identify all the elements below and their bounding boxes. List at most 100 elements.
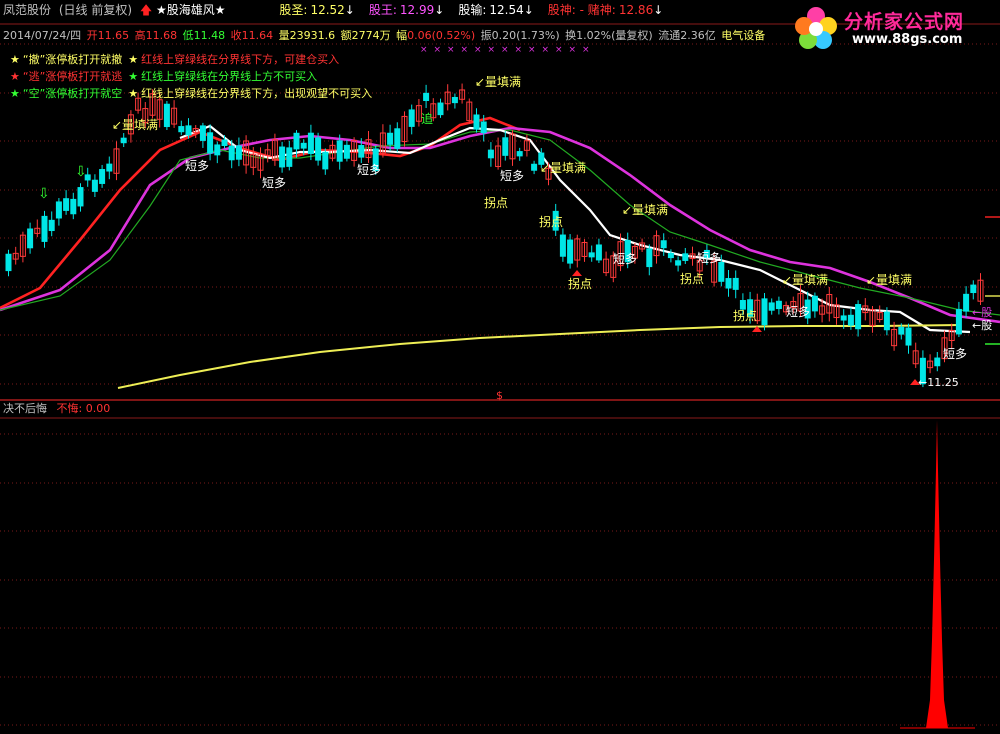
star-icon: ★: [128, 53, 139, 66]
candle-down: [883, 311, 890, 331]
candle-down: [451, 96, 458, 104]
up-arrow-icon: 🡅: [139, 3, 153, 17]
cross-marker: ×: [569, 45, 577, 55]
chart-annotation: 拐点: [539, 214, 563, 229]
candle-down: [718, 261, 725, 282]
candle-down: [235, 145, 242, 160]
lower-indicator-name[interactable]: 决不后悔: [3, 402, 47, 415]
cross-marker: ×: [488, 45, 496, 55]
candle-down: [178, 126, 185, 133]
legend-row: ★ “逃”涨停板打开就逃 ★ 红线上穿绿线在分界线上方不可买入: [10, 69, 317, 84]
amplitude-label: 振: [480, 29, 492, 42]
chart-annotation: ↙量填满: [866, 273, 912, 287]
signal-marker-icon: [572, 270, 582, 276]
chart-annotation: ↙量填满: [540, 161, 586, 175]
candle-down: [408, 109, 415, 127]
header-value: 12.99: [399, 3, 435, 17]
candle-down: [322, 151, 329, 170]
cross-marker: ×: [528, 45, 536, 55]
chart-annotation: 拐点: [680, 271, 704, 286]
candle-down: [934, 357, 941, 367]
candle-down: [768, 302, 775, 311]
candle-down: [199, 125, 206, 141]
candle-down: [106, 163, 113, 172]
open-label: 开: [86, 29, 98, 42]
period-label[interactable]: (日线 前复权): [59, 3, 132, 17]
ma-line-white: [179, 124, 971, 334]
legend-text: 涨停板打开就撤: [45, 53, 123, 66]
header-value-label: 股圣:: [279, 3, 308, 17]
candle-down: [855, 304, 862, 330]
candle-down: [315, 137, 322, 161]
candle-down: [660, 240, 667, 249]
cross-marker: ×: [434, 45, 442, 55]
volume-label: 量: [278, 29, 290, 42]
ohlc-info-bar: 2014/07/24/四 开11.65 高11.68 低11.48 收11.64…: [3, 29, 767, 43]
candle-down: [55, 201, 62, 219]
cross-marker: ×: [515, 45, 523, 55]
trend-arrow-icon: ↓: [523, 3, 534, 17]
trend-arrow-icon: ↓: [653, 3, 664, 17]
change-value: 0.06(0.52%): [407, 29, 476, 42]
chart-annotation: ↙量填满: [475, 75, 521, 89]
header-value: 12.86: [618, 3, 654, 17]
candle-down: [811, 295, 818, 312]
right-edge-label: ←股: [972, 306, 992, 319]
candle-down: [228, 145, 235, 161]
kline-chart-area[interactable]: × × × × × × × × × × × × ×⇩⇩↙量填满↙量填满↙量填满↙量填满↙量填满 ↙量填满短…: [0, 0, 1000, 734]
header-value-label: 股神: - 赌神:: [547, 3, 616, 17]
indicator-title[interactable]: ★股海雄风★: [156, 3, 226, 17]
candle-down: [725, 278, 732, 289]
cross-marker: ×: [474, 45, 482, 55]
site-url[interactable]: www.88gs.com: [852, 32, 962, 47]
stock-name[interactable]: 凤范股份: [3, 3, 51, 17]
cross-marker: ×: [447, 45, 455, 55]
candle-down: [682, 253, 689, 261]
amplitude-value: 0.20(1.73%): [491, 29, 560, 42]
float-value: 2.36亿: [680, 29, 716, 42]
legend-row: ★ “空”涨停板打开就空 ★ 红线上穿绿线在分界线下方，出现观望不可买入: [10, 86, 372, 101]
candle-down: [732, 277, 739, 290]
legend-text-2: 红线上穿绿线在分界线上方不可买入: [141, 70, 318, 83]
candle-down: [293, 132, 300, 150]
candle-down: [423, 92, 430, 101]
candle-down: [646, 248, 653, 268]
histogram-spike: [926, 420, 948, 728]
chart-annotation: ↙量填满: [622, 203, 668, 217]
star-icon: ★: [10, 53, 20, 66]
candle-down: [207, 132, 214, 154]
candle-down: [675, 260, 682, 266]
chart-annotation: 短多: [357, 163, 381, 177]
legend-text: 涨停板打开就空: [45, 87, 123, 100]
candle-down: [955, 308, 962, 335]
ma-line-red: [0, 116, 521, 310]
header-value: 12.52: [310, 3, 345, 17]
candle-down: [336, 140, 343, 162]
candle-down: [840, 315, 847, 321]
star-icon: ★: [128, 87, 139, 100]
candle-down: [502, 137, 509, 156]
header-value: 12.54: [489, 3, 524, 17]
chart-annotation: 拐点: [484, 195, 508, 210]
candle-down: [48, 219, 55, 232]
low-label: 低: [182, 29, 194, 42]
candle-down: [588, 252, 595, 258]
trend-arrow-icon: ↓: [344, 3, 355, 17]
legend-text-2: 红线上穿绿线在分界线下方，可建仓买入: [141, 53, 340, 66]
candle-down: [120, 137, 127, 144]
sector-label[interactable]: 电气设备: [721, 29, 765, 42]
lower-panel-title: 决不后悔 不悔: 0.00: [3, 402, 110, 416]
candle-down: [487, 149, 494, 159]
float-label: 流通: [658, 29, 681, 42]
candle-down: [775, 300, 782, 310]
amount-label: 额: [340, 29, 352, 42]
candle-down: [27, 228, 34, 249]
star-icon: ★: [10, 70, 20, 83]
lower-value-label: 不悔:: [56, 402, 83, 415]
candle-down: [905, 327, 912, 346]
candle-down: [343, 144, 350, 159]
cross-marker: ×: [501, 45, 509, 55]
chart-annotation: 短多: [943, 347, 967, 361]
candle-down: [300, 142, 307, 149]
ma-line-magenta: [0, 126, 1000, 324]
